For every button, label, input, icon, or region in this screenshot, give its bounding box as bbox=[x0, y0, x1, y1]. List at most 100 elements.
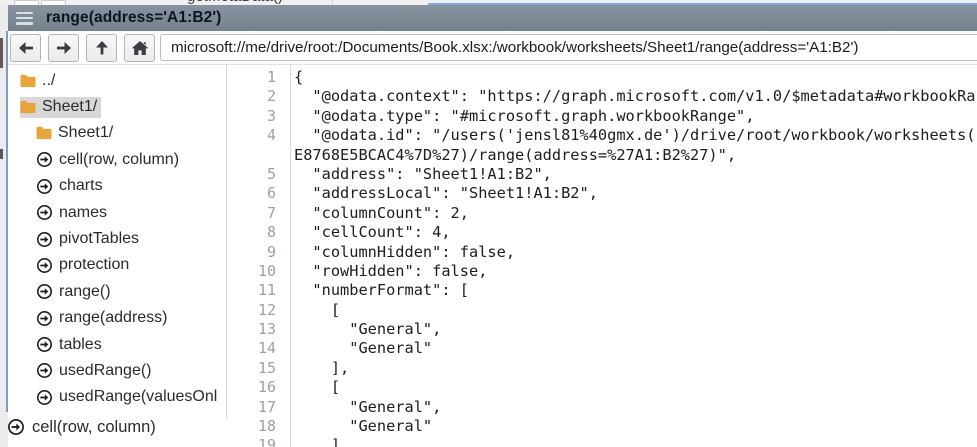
title-bar: range(address='A1:B2') bbox=[8, 5, 977, 31]
line-number: 9 bbox=[227, 243, 276, 262]
sidebar-item-label: names bbox=[59, 204, 107, 222]
code-line: ] bbox=[294, 436, 977, 447]
line-number: 7 bbox=[227, 204, 276, 223]
sidebar-item-protection[interactable]: protection bbox=[8, 253, 226, 279]
folder-icon bbox=[36, 126, 52, 140]
code-line: "addressLocal": "Sheet1!A1:B2", bbox=[294, 184, 977, 203]
circle-arrow-icon bbox=[36, 151, 53, 168]
home-button[interactable] bbox=[124, 34, 155, 62]
line-number: 8 bbox=[227, 223, 276, 242]
line-number: 10 bbox=[227, 262, 276, 281]
circle-arrow-icon bbox=[36, 178, 53, 195]
sidebar-item-charts[interactable]: charts bbox=[8, 174, 226, 200]
address-bar-input[interactable] bbox=[160, 34, 977, 61]
up-button[interactable] bbox=[86, 34, 117, 62]
sidebar-item-names[interactable]: names bbox=[8, 200, 226, 226]
sidebar-item-label: pivotTables bbox=[59, 230, 139, 248]
window-top-border bbox=[428, 3, 977, 5]
background-fragment bbox=[0, 149, 3, 159]
background-link-label: cell(row, column) bbox=[32, 418, 156, 437]
code-line: [ bbox=[294, 301, 977, 320]
circle-arrow-icon bbox=[36, 231, 53, 248]
code-content: { "@odata.context": "https://graph.micro… bbox=[294, 68, 977, 447]
line-number: 17 bbox=[227, 398, 276, 417]
code-line: "General" bbox=[294, 417, 977, 436]
json-viewer[interactable]: 12345678910111213141516171819 { "@odata.… bbox=[227, 65, 977, 447]
line-number: 19 bbox=[227, 436, 276, 447]
line-number: 3 bbox=[227, 107, 276, 126]
code-line: "address": "Sheet1!A1:B2", bbox=[294, 165, 977, 184]
window-title: range(address='A1:B2') bbox=[46, 9, 221, 27]
sidebar-item-label: cell(row, column) bbox=[59, 151, 179, 169]
line-number: 18 bbox=[227, 417, 276, 436]
code-line: "General" bbox=[294, 339, 977, 358]
folder-icon bbox=[20, 74, 36, 88]
line-number: 16 bbox=[227, 378, 276, 397]
circle-arrow-icon bbox=[7, 418, 25, 436]
folder-icon bbox=[20, 100, 36, 114]
menu-icon[interactable] bbox=[16, 12, 33, 25]
sidebar-item-cell-row-column[interactable]: cell(row, column) bbox=[8, 147, 226, 173]
circle-arrow-icon bbox=[36, 310, 53, 327]
code-line: [ bbox=[294, 378, 977, 397]
sidebar-item-label: Sheet1/ bbox=[58, 124, 113, 142]
sidebar-item-label: protection bbox=[59, 256, 129, 274]
sidebar-item-label: usedRange(valuesOnl bbox=[59, 388, 217, 406]
sidebar-item-range[interactable]: range() bbox=[8, 279, 226, 305]
sidebar-item-label: usedRange() bbox=[59, 362, 152, 380]
window-left-border bbox=[6, 31, 8, 412]
line-number: 5 bbox=[227, 165, 276, 184]
sidebar-item-sheet1[interactable]: Sheet1/ bbox=[8, 121, 226, 147]
code-line: ], bbox=[294, 359, 977, 378]
line-number: 11 bbox=[227, 281, 276, 300]
line-number: 2 bbox=[227, 87, 276, 106]
back-arrow-icon bbox=[16, 40, 36, 56]
code-line: "@odata.type": "#microsoft.graph.workboo… bbox=[294, 107, 977, 126]
sidebar-item-label: Sheet1/ bbox=[42, 98, 97, 116]
code-line: "@odata.context": "https://graph.microso… bbox=[294, 87, 977, 106]
sidebar-item-range-address[interactable]: range(address) bbox=[8, 306, 226, 332]
sidebar-item-label: ../ bbox=[42, 72, 55, 90]
circle-arrow-icon bbox=[36, 204, 53, 221]
sidebar-item-sheet1[interactable]: Sheet1/ bbox=[8, 94, 226, 120]
background-fragment bbox=[0, 38, 3, 68]
code-line: "rowHidden": false, bbox=[294, 262, 977, 281]
sidebar-item-label: tables bbox=[59, 336, 102, 354]
sidebar-item-label: charts bbox=[59, 177, 103, 195]
sidebar-item-pivottables[interactable]: pivotTables bbox=[8, 226, 226, 252]
home-icon bbox=[131, 40, 149, 56]
circle-arrow-icon bbox=[36, 362, 53, 379]
code-line: "numberFormat": [ bbox=[294, 281, 977, 300]
code-line: "columnHidden": false, bbox=[294, 243, 977, 262]
line-number: 12 bbox=[227, 301, 276, 320]
sidebar-item-[interactable]: ../ bbox=[8, 68, 226, 94]
forward-button[interactable] bbox=[48, 34, 79, 62]
line-number: 1 bbox=[227, 68, 276, 87]
up-arrow-icon bbox=[94, 39, 110, 57]
code-line: E8768E5BCAC4%7D%27)/range(address=%27A1:… bbox=[294, 146, 977, 165]
code-line: "cellCount": 4, bbox=[294, 223, 977, 242]
code-line: "@odata.id": "/users('jensl81%40gmx.de')… bbox=[294, 126, 977, 145]
circle-arrow-icon bbox=[36, 389, 53, 406]
code-line: "columnCount": 2, bbox=[294, 204, 977, 223]
line-number: 14 bbox=[227, 339, 276, 358]
gutter-separator bbox=[290, 65, 291, 447]
line-number: 15 bbox=[227, 359, 276, 378]
sidebar-item-tables[interactable]: tables bbox=[8, 332, 226, 358]
line-number: 4 bbox=[227, 126, 276, 145]
line-number-gutter: 12345678910111213141516171819 bbox=[227, 68, 290, 447]
code-line: { bbox=[294, 68, 977, 87]
sidebar-item-usedrange-valuesonl[interactable]: usedRange(valuesOnl bbox=[8, 385, 226, 411]
back-button[interactable] bbox=[10, 34, 41, 62]
line-number: 6 bbox=[227, 184, 276, 203]
resource-sidebar: ../ Sheet1/ Sheet1/ cell(row, column) ch… bbox=[8, 65, 227, 419]
code-line: "General", bbox=[294, 398, 977, 417]
sidebar-item-label: range() bbox=[59, 283, 111, 301]
navigation-toolbar bbox=[8, 31, 977, 65]
forward-arrow-icon bbox=[54, 40, 74, 56]
circle-arrow-icon bbox=[36, 257, 53, 274]
sidebar-item-usedrange[interactable]: usedRange() bbox=[8, 358, 226, 384]
code-line: "General", bbox=[294, 320, 977, 339]
circle-arrow-icon bbox=[36, 283, 53, 300]
circle-arrow-icon bbox=[36, 336, 53, 353]
